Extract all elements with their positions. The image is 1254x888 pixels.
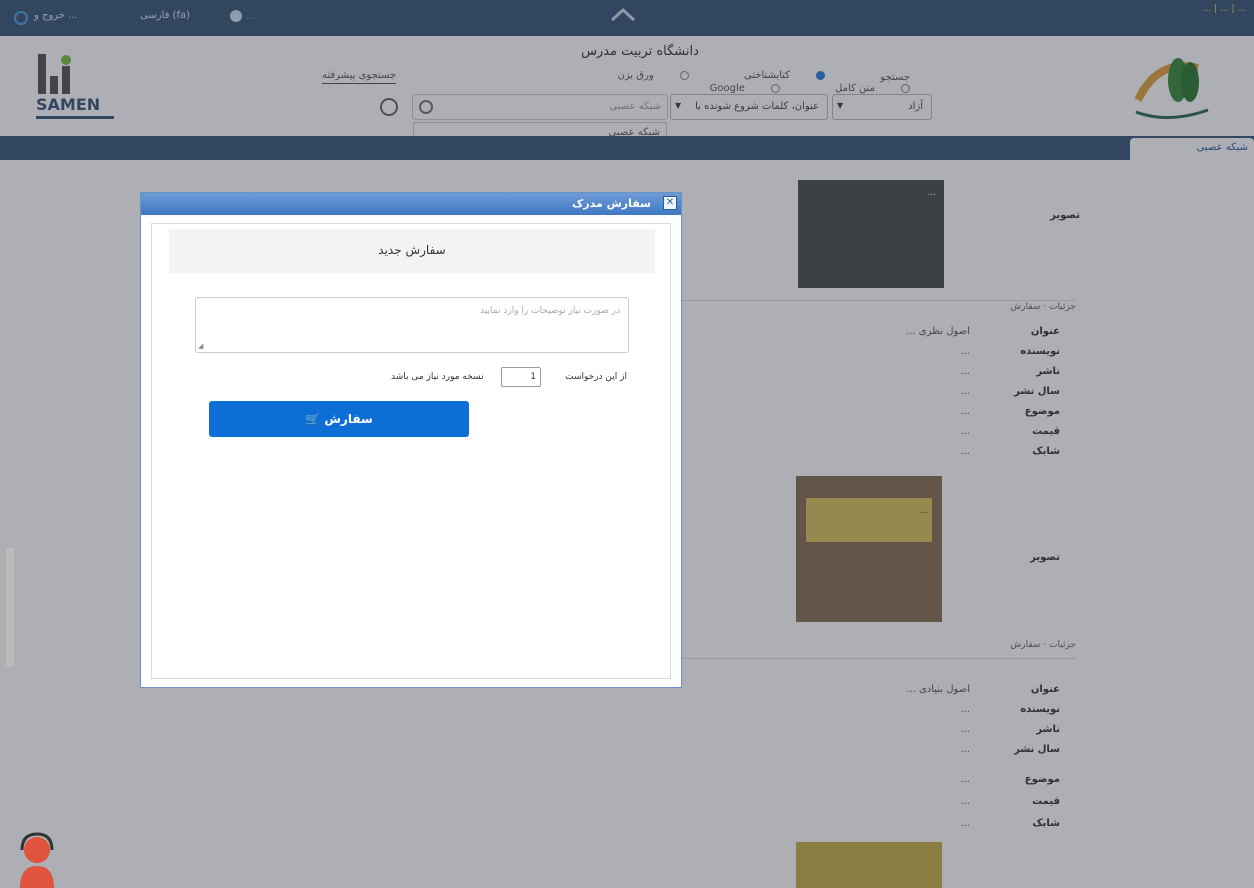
dialog-heading: سفارش جدید [169, 229, 655, 273]
quantity-input[interactable]: 1 [501, 367, 541, 387]
scrollbar[interactable] [6, 548, 14, 666]
dialog-body [151, 223, 671, 679]
notes-placeholder: در صورت نیاز توضیحات را وارد نمایید [480, 306, 620, 316]
dialog-title-bar[interactable]: سفارش مدرک ✕ [141, 193, 681, 215]
notes-textarea[interactable]: در صورت نیاز توضیحات را وارد نمایید ◢ [195, 297, 629, 353]
order-button-label: سفارش [324, 412, 373, 426]
resize-handle-icon[interactable]: ◢ [198, 342, 203, 350]
quantity-row: از این درخواست 1 نسخه مورد نیاز می باشد [391, 367, 627, 389]
dialog-heading-text: سفارش جدید [378, 243, 446, 257]
cart-icon: 🛒 [305, 412, 321, 426]
support-icon[interactable] [16, 832, 58, 888]
order-button[interactable]: 🛒 سفارش [209, 401, 469, 437]
quantity-prefix: از این درخواست [565, 372, 627, 382]
order-dialog: سفارش مدرک ✕ سفارش جدید در صورت نیاز توض… [140, 192, 682, 688]
quantity-suffix: نسخه مورد نیاز می باشد [391, 372, 484, 382]
dialog-title: سفارش مدرک [572, 197, 651, 210]
close-icon[interactable]: ✕ [663, 196, 677, 210]
